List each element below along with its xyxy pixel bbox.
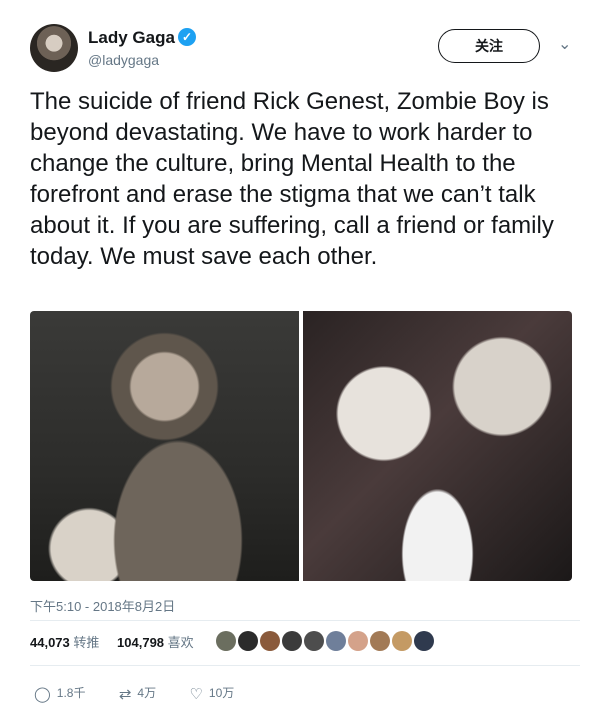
reply-button[interactable]: ◯ 1.8千 [34,684,85,703]
reply-icon: ◯ [34,685,51,703]
chevron-down-icon[interactable]: ⌄ [558,34,571,54]
retweet-count: 4万 [137,686,157,700]
retweets-label[interactable]: 转推 [73,635,99,650]
retweet-button[interactable]: ⇄ 4万 [119,684,156,703]
retweets-count[interactable]: 44,073 [30,635,70,650]
tweet-header: Lady Gaga ✓ @ladygaga 关注 ⌄ [30,22,580,74]
user-name[interactable]: Lady Gaga [88,28,175,48]
liker-avatar[interactable] [282,631,302,651]
like-count: 10万 [208,686,235,700]
tweet-stats: 44,073 转推 104,798 喜欢 [30,632,208,651]
liker-avatar[interactable] [238,631,258,651]
liker-avatar[interactable] [326,631,346,651]
liker-avatar[interactable] [260,631,280,651]
media-image-right[interactable] [303,311,572,581]
heart-icon: ♡ [189,685,203,703]
liker-avatar[interactable] [392,631,412,651]
liker-avatar[interactable] [216,631,236,651]
likes-label[interactable]: 喜欢 [168,635,194,650]
liker-avatar[interactable] [370,631,390,651]
retweet-icon: ⇄ [118,685,132,703]
divider [30,620,580,621]
like-button[interactable]: ♡ 10万 [189,684,234,703]
tweet-media[interactable] [30,311,572,581]
liker-avatar[interactable] [348,631,368,651]
follow-button[interactable]: 关注 [438,29,540,63]
avatar[interactable] [30,24,78,72]
tweet-text: The suicide of friend Rick Genest, Zombi… [30,88,554,270]
tweet-actions: ◯ 1.8千 ⇄ 4万 ♡ 10万 [34,684,264,703]
user-handle[interactable]: @ladygaga [88,52,159,68]
liker-avatar[interactable] [304,631,324,651]
reply-count: 1.8千 [56,686,86,700]
tweet-timestamp[interactable]: 下午5:10 - 2018年8月2日 [30,596,175,615]
media-image-left[interactable] [30,311,299,581]
liker-avatar[interactable] [414,631,434,651]
verified-icon: ✓ [178,28,196,46]
liker-avatars [216,631,436,651]
divider [30,665,580,666]
likes-count[interactable]: 104,798 [117,635,164,650]
